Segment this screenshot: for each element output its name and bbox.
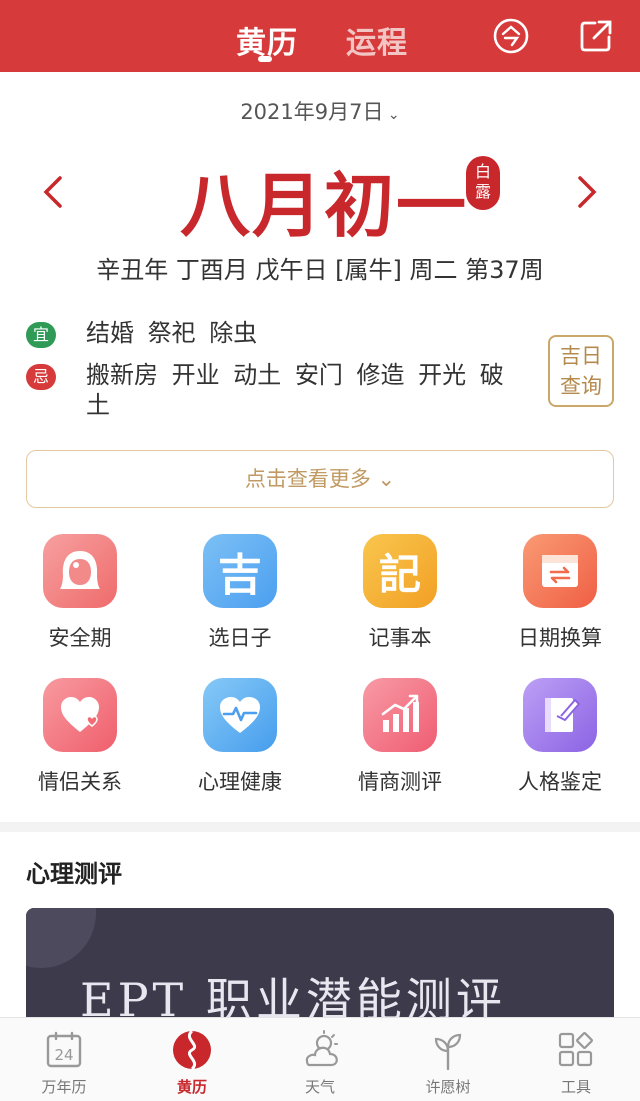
tool-label: 情商测评 (358, 770, 442, 794)
tool-qingshangceping[interactable]: 情商测评 (320, 678, 480, 796)
heart-icon (43, 678, 117, 752)
view-more-button[interactable]: 点击查看更多 ⌄ (26, 450, 614, 508)
tool-label: 安全期 (48, 626, 112, 650)
chevron-down-icon: ⌄ (383, 107, 400, 123)
yi-badge: 宜 (26, 322, 56, 348)
ji-character-icon: 吉 (203, 534, 277, 608)
nav-huangli[interactable]: 黄历 (128, 1028, 256, 1097)
active-tab-indicator (258, 56, 272, 62)
ji-record-character-icon: 記 (363, 534, 437, 608)
bottom-navigation: 24 万年历 黄历 天气 许愿树 工具 (0, 1017, 640, 1101)
prev-day-icon[interactable] (38, 172, 68, 212)
tool-riqihuansuan[interactable]: 日期换算 (480, 534, 640, 652)
view-more-label: 点击查看更多 (244, 467, 371, 491)
tool-jishiben[interactable]: 記 记事本 (320, 534, 480, 652)
nav-label: 天气 (304, 1078, 335, 1096)
nav-gongju[interactable]: 工具 (512, 1028, 640, 1097)
date-selector-label: 2021年9月7日 (240, 100, 384, 124)
nav-label: 工具 (560, 1078, 591, 1096)
tool-label: 人格鉴定 (518, 770, 602, 794)
tool-xuanrizi[interactable]: 吉 选日子 (160, 534, 320, 652)
calendar-convert-icon (523, 534, 597, 608)
chevron-down-icon: ⌄ (370, 467, 396, 491)
book-pen-icon (523, 678, 597, 752)
nav-tianqi[interactable]: 天气 (256, 1028, 384, 1097)
banner-decoration (26, 908, 96, 968)
tool-xinlijiankang[interactable]: 心理健康 (160, 678, 320, 796)
ji-badge: 忌 (26, 364, 56, 390)
tool-label: 情侣关系 (38, 770, 122, 794)
top-header: 黄历 运程 (0, 0, 640, 72)
yi-items: 结婚 祭祀 除虫 (86, 319, 258, 347)
tools-grid-icon (512, 1028, 640, 1072)
solar-term-seal: 白露 (466, 156, 500, 210)
huangli-logo-icon (128, 1028, 256, 1072)
ji-row: 忌 搬新房 开业 动土 安门 修造 开光 破土 (26, 360, 526, 420)
heart-pulse-icon (203, 678, 277, 752)
nav-wannianli[interactable]: 24 万年历 (0, 1028, 128, 1097)
tool-label: 心理健康 (198, 770, 282, 794)
ganzhi-line: 辛丑年 丁酉月 戊午日 [属牛] 周二 第37周 (96, 256, 544, 284)
next-day-icon[interactable] (572, 172, 602, 212)
share-external-icon[interactable] (576, 16, 616, 56)
yi-row: 宜 结婚 祭祀 除虫 (26, 318, 257, 348)
tool-label: 选日子 (208, 626, 272, 650)
nav-xuyuanshu[interactable]: 许愿树 (384, 1028, 512, 1097)
bar-trend-icon (363, 678, 437, 752)
tool-rengejianding[interactable]: 人格鉴定 (480, 678, 640, 796)
wish-tree-icon (384, 1028, 512, 1072)
lunar-date: 八月初一 (180, 164, 468, 247)
tab-yuncheng[interactable]: 运程 (346, 18, 408, 62)
nav-label: 许愿树 (425, 1078, 471, 1096)
tool-label: 记事本 (368, 626, 432, 650)
calendar-24-icon: 24 (0, 1028, 128, 1072)
section-title: 心理测评 (26, 860, 122, 888)
nav-label: 黄历 (176, 1078, 207, 1096)
tool-label: 日期换算 (518, 626, 602, 650)
nav-label: 万年历 (41, 1078, 87, 1096)
tool-anquanqi[interactable]: 安全期 (0, 534, 160, 652)
weather-cloud-sun-icon (256, 1028, 384, 1072)
today-ling-icon[interactable] (491, 16, 531, 56)
ji-items: 搬新房 开业 动土 安门 修造 开光 破土 (86, 361, 504, 419)
ept-banner[interactable]: EPT 职业潜能测评 (26, 908, 614, 1028)
almanac-card: 2021年9月7日 ⌄ 八月初一 白露 辛丑年 丁酉月 戊午日 [属牛] 周二 … (0, 72, 640, 822)
svg-text:24: 24 (54, 1046, 73, 1064)
date-selector[interactable]: 2021年9月7日 ⌄ (0, 96, 640, 126)
jiri-query-button[interactable]: 吉日 查询 (548, 335, 614, 407)
woman-face-icon (43, 534, 117, 608)
tool-qinglvguanxi[interactable]: 情侣关系 (0, 678, 160, 796)
